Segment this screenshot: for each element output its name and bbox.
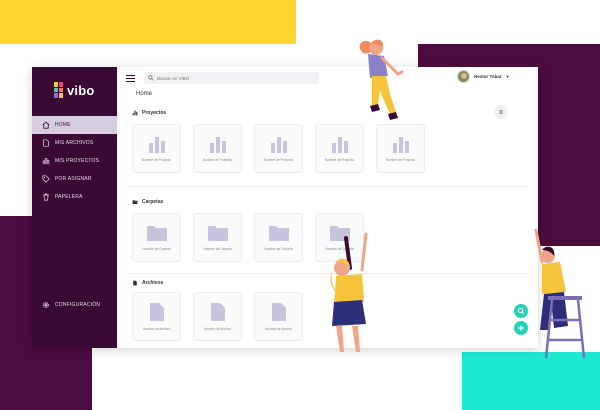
sidebar-item-label: PAPELERA [55,194,83,200]
card-label: Nombre de Archivo [264,327,293,331]
project-card[interactable]: Nombre de Proyecto [193,124,242,173]
folder-icon [146,225,167,241]
card-label: Nombre de Proyecto [263,158,294,162]
section-title-text: Carpetas [142,199,164,205]
logo[interactable]: vibo [54,81,95,99]
trash-icon [42,193,50,201]
sidebar-item-por-asignar[interactable]: POR ASIGNAR [32,170,117,188]
project-card[interactable]: Nombre de Proyecto [254,124,303,173]
project-icon [42,157,50,165]
section-title-text: Proyectos [142,110,167,116]
folder-card[interactable]: Nombre de Carpeta [254,213,303,262]
card-label: Nombre de Archivo [142,327,171,331]
search-input[interactable] [157,75,307,81]
ladder-person-illustration [534,228,586,359]
project-chart-icon [148,137,165,153]
card-label: Nombre de Archivo [203,327,232,331]
config-label: CONFIGURACIÓN [55,302,101,308]
sidebar-item-mis-archivos[interactable]: MIS ARCHIVOS [32,134,117,152]
file-icon [133,280,137,286]
app-window: vibo HOME MIS ARCHIVOS MIS PROYECTOS POR… [32,67,538,348]
sidebar-nav: HOME MIS ARCHIVOS MIS PROYECTOS POR ASIG… [32,116,117,206]
tag-icon [42,175,50,183]
section-title-proyectos: Proyectos [132,108,527,118]
sidebar-item-label: MIS ARCHIVOS [55,140,94,146]
folder-card[interactable]: Nombre de Carpeta [132,213,181,262]
file-card[interactable]: Nombre de Archivo [132,292,181,341]
sidebar-item-mis-proyectos[interactable]: MIS PROYECTOS [32,152,117,170]
jumping-person-illustration [359,39,404,120]
document-icon [271,303,286,321]
file-card[interactable]: Nombre de Archivo [254,292,303,341]
section-title-carpetas: Carpetas [132,197,527,207]
folder-icon [268,225,289,241]
reaching-person-illustration [330,232,368,352]
user-name: Nestor Tobar [474,74,502,79]
folder-card[interactable]: Nombre de Carpeta [193,213,242,262]
search-icon [148,75,154,81]
divider [128,186,528,187]
hamburger-menu-icon[interactable] [126,75,135,82]
sidebar-item-papelera[interactable]: PAPELERA [32,188,117,206]
folder-icon [132,200,138,205]
logo-text: vibo [67,82,95,98]
card-label: Nombre de Proyecto [202,158,233,162]
yellow-block [0,0,296,44]
logo-mark-icon [54,82,63,98]
project-chart-icon [331,137,348,153]
teal-block [462,352,600,410]
project-chart-icon [392,137,409,153]
sidebar: vibo HOME MIS ARCHIVOS MIS PROYECTOS POR… [32,67,117,348]
project-chart-icon [270,137,287,153]
document-icon [210,303,225,321]
search-bar[interactable] [144,72,319,84]
card-label: Nombre de Carpeta [264,246,293,251]
file-icon [42,139,50,147]
page: vibo HOME MIS ARCHIVOS MIS PROYECTOS POR… [0,0,600,410]
user-menu[interactable]: Nestor Tobar ▼ [457,70,510,83]
sidebar-item-label: HOME [55,122,71,128]
file-card[interactable]: Nombre de Archivo [193,292,242,341]
sidebar-item-label: MIS PROYECTOS [55,158,100,164]
project-card[interactable]: Nombre de Proyecto [132,124,181,173]
sidebar-item-home[interactable]: HOME [32,116,117,134]
section-proyectos: Proyectos Nombre de Proyecto Nombre de P… [132,108,527,173]
bar-chart-icon [132,110,138,116]
card-label: Nombre de Carpeta [203,246,232,251]
section-title-text: Archivos [142,280,164,286]
sidebar-item-label: POR ASIGNAR [55,176,92,182]
card-label: Nombre de Proyecto [141,158,172,162]
card-label: Nombre de Proyecto [324,158,355,162]
breadcrumb: Home [136,91,153,97]
gear-icon [42,301,50,309]
topbar: Nestor Tobar ▼ [117,67,538,89]
project-chart-icon [209,137,226,153]
document-icon [149,303,164,321]
avatar [457,70,470,83]
card-label: Nombre de Carpeta [142,246,171,251]
chevron-down-icon: ▼ [505,74,510,79]
card-label: Nombre de Proyecto [385,158,416,162]
folder-icon [207,225,228,241]
sidebar-item-configuracion[interactable]: CONFIGURACIÓN [32,301,117,309]
home-icon [42,121,50,129]
